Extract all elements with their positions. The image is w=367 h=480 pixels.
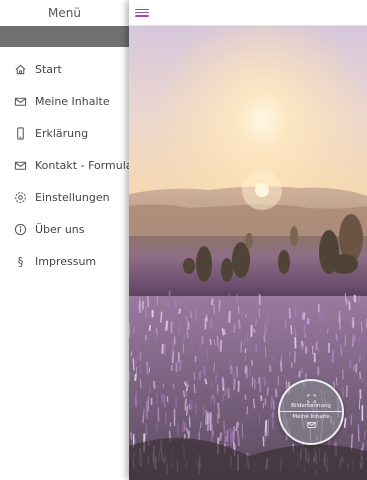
sidebar-title: Menü bbox=[48, 6, 81, 20]
sidebar-item-meine-inhalte[interactable]: Meine Inhalte bbox=[0, 85, 129, 117]
sidebar-item-einstellungen[interactable]: Einstellungen bbox=[0, 181, 129, 213]
home-icon bbox=[13, 62, 27, 76]
sidebar-item-label: Start bbox=[35, 62, 62, 76]
sidebar-item-ueber-uns[interactable]: Über uns bbox=[0, 213, 129, 245]
image-recognition-label: Bilderkennung bbox=[291, 402, 331, 409]
sidebar-item-kontakt-formular[interactable]: Kontakt - Formular bbox=[0, 149, 129, 181]
envelope-icon bbox=[13, 158, 27, 172]
top-bar bbox=[129, 0, 367, 26]
sidebar-item-label: Impressum bbox=[35, 254, 97, 268]
main-content: Bilderkennung Meine Inhalte bbox=[129, 0, 367, 480]
scan-frame-icon bbox=[306, 394, 316, 403]
sidebar-item-label: Erklärung bbox=[35, 126, 89, 140]
gear-icon bbox=[13, 190, 27, 204]
sidebar-item-start[interactable]: Start bbox=[0, 53, 129, 85]
phone-icon bbox=[13, 126, 27, 140]
paragraph-icon: § bbox=[13, 254, 27, 268]
sidebar-menu: Start Meine Inhalte Erklärung Kontakt - … bbox=[0, 47, 129, 277]
sidebar-item-label: Kontakt - Formular bbox=[35, 158, 129, 172]
sidebar-item-impressum[interactable]: § Impressum bbox=[0, 245, 129, 277]
sidebar-item-label: Über uns bbox=[35, 222, 85, 236]
sidebar-header: Menü bbox=[0, 0, 129, 26]
sidebar-item-erklaerung[interactable]: Erklärung bbox=[0, 117, 129, 149]
envelope-open-icon bbox=[13, 94, 27, 108]
sidebar: Menü Start Meine Inhalte Erklärung Konta… bbox=[0, 0, 129, 480]
svg-text:§: § bbox=[17, 255, 23, 267]
floating-quick-actions: Bilderkennung Meine Inhalte bbox=[278, 379, 344, 445]
sidebar-item-label: Meine Inhalte bbox=[35, 94, 110, 108]
hamburger-icon[interactable] bbox=[135, 7, 149, 19]
info-icon bbox=[13, 222, 27, 236]
sidebar-divider-bar bbox=[0, 26, 129, 47]
sidebar-item-label: Einstellungen bbox=[35, 190, 110, 204]
envelope-open-icon bbox=[306, 420, 316, 429]
